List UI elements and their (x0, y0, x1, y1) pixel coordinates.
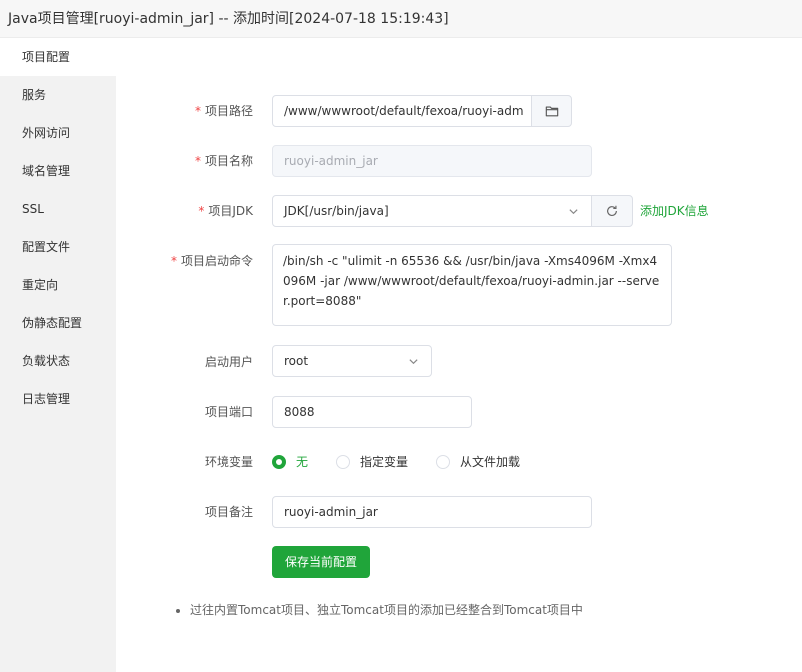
project-port-input[interactable]: 8088 (272, 396, 472, 428)
refresh-jdk-button[interactable] (591, 195, 633, 227)
bullet-icon (176, 608, 180, 613)
sidebar-item-log-management[interactable]: 日志管理 (0, 380, 116, 418)
save-config-button[interactable]: 保存当前配置 (272, 546, 371, 578)
start-user-select[interactable]: root (272, 345, 432, 377)
sidebar-item-domain-management[interactable]: 域名管理 (0, 152, 116, 190)
radio-dot (272, 454, 286, 469)
start-user-label: 启动用户 (204, 355, 253, 369)
title-bar: Java项目管理[ruoyi-admin_jar] -- 添加时间[2024-0… (0, 0, 802, 38)
chevron-down-icon (568, 196, 580, 226)
env-vars-label: 环境变量 (204, 455, 253, 469)
add-jdk-link[interactable]: 添加JDK信息 (640, 202, 709, 219)
main-panel: * 项目路径 /www/wwwroot/default/fexoa/ruoyi-a… (116, 38, 802, 672)
tip-note: 过往内置Tomcat项目、独立Tomcat项目的添加已经整合到Tomcat项目中 (176, 601, 583, 618)
radio-dot (336, 454, 350, 469)
project-note-input[interactable]: ruoyi-admin_jar (272, 496, 592, 528)
sidebar-item-pseudo-static[interactable]: 伪静态配置 (0, 304, 116, 342)
sidebar-item-project-config[interactable]: 项目配置 (0, 38, 116, 76)
sidebar-item-external-access[interactable]: 外网访问 (0, 114, 116, 152)
start-command-label: * 项目启动命令 (170, 254, 253, 268)
sidebar-item-service[interactable]: 服务 (0, 76, 116, 114)
chevron-down-icon (408, 346, 420, 376)
start-user-select-value: root (284, 354, 309, 368)
sidebar-item-ssl[interactable]: SSL (0, 190, 116, 228)
project-path-label: * 项目路径 (194, 104, 253, 118)
radio-dot (436, 454, 450, 469)
env-radio-none[interactable]: 无 (272, 453, 308, 470)
project-name-input: ruoyi-admin_jar (272, 145, 592, 177)
jdk-select[interactable]: JDK[/usr/bin/java] (272, 195, 592, 227)
choose-directory-button[interactable] (531, 95, 572, 127)
sidebar: 项目配置 服务 外网访问 域名管理 SSL 配置文件 重定向 伪静态配置 负载状… (0, 38, 116, 672)
window-title: Java项目管理[ruoyi-admin_jar] -- 添加时间[2024-0… (8, 11, 449, 27)
env-radio-specify[interactable]: 指定变量 (336, 453, 408, 470)
start-command-textarea[interactable]: /bin/sh -c "ulimit -n 65536 && /usr/bin/… (272, 244, 672, 326)
project-path-input[interactable]: /www/wwwroot/default/fexoa/ruoyi-adm (272, 95, 532, 127)
sidebar-item-redirect[interactable]: 重定向 (0, 266, 116, 304)
jdk-select-value: JDK[/usr/bin/java] (284, 204, 389, 218)
project-name-label: * 项目名称 (194, 154, 253, 168)
project-note-label: 项目备注 (204, 505, 253, 519)
project-port-label: 项目端口 (204, 405, 253, 419)
project-jdk-label: * 项目JDK (198, 204, 253, 218)
sidebar-item-config-file[interactable]: 配置文件 (0, 228, 116, 266)
refresh-icon (607, 205, 617, 216)
folder-icon (545, 106, 558, 117)
env-radio-from-file[interactable]: 从文件加载 (436, 453, 520, 470)
sidebar-item-load-status[interactable]: 负载状态 (0, 342, 116, 380)
